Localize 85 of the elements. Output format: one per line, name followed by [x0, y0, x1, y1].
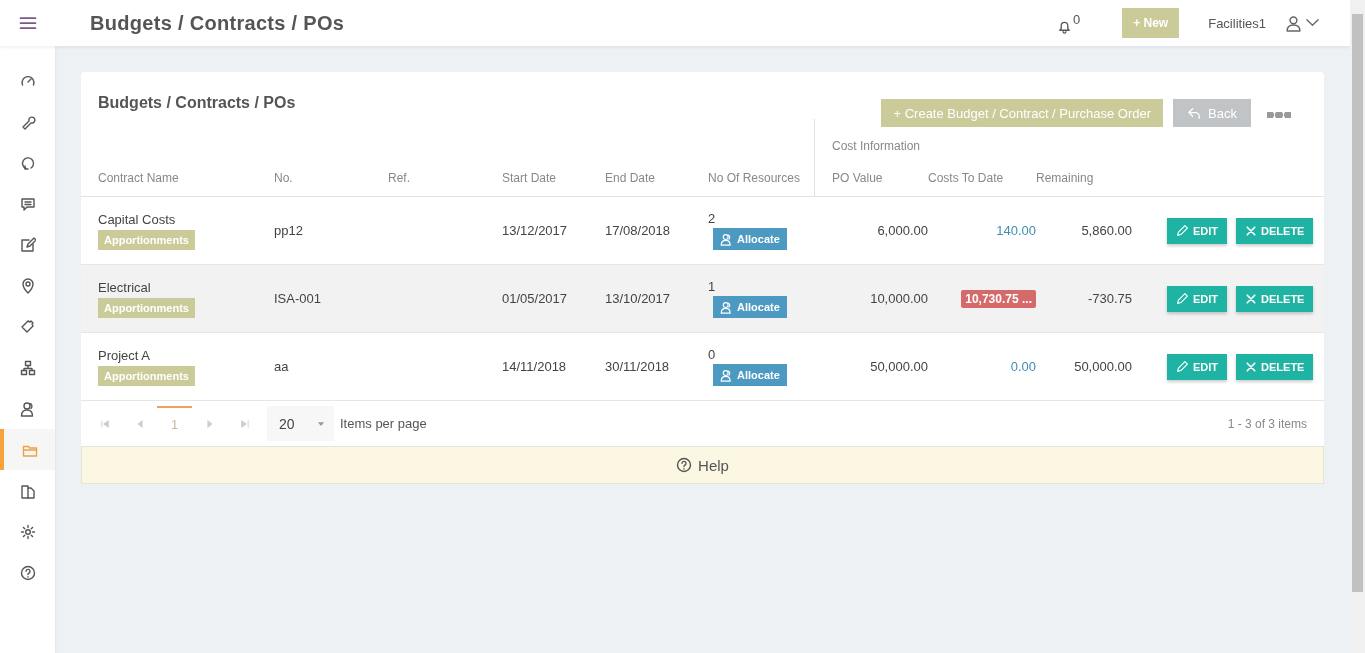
table-row[interactable]: Project A Apportionments aa 14/11/2018 30/11/2018 0 Allocate 50,000.00 0.00 50,000.00 EDIT DELETE	[81, 332, 1324, 401]
contract-name: Project A	[98, 347, 152, 363]
help-icon	[19, 564, 36, 581]
edit-button[interactable]: EDIT	[1167, 353, 1228, 380]
pencil-icon	[1176, 360, 1189, 373]
user-menu-button[interactable]	[1285, 14, 1320, 32]
column-header[interactable]: No Of Resources	[708, 171, 801, 185]
pencil-icon	[1176, 292, 1189, 305]
column-header[interactable]: PO Value	[832, 171, 883, 185]
close-icon	[1245, 224, 1258, 237]
edit-button[interactable]: EDIT	[1167, 217, 1228, 244]
edit-button[interactable]: EDIT	[1167, 285, 1228, 312]
table-cell: 5,860.00	[1081, 223, 1132, 238]
user-name[interactable]: Facilities1	[1208, 15, 1266, 31]
table-cell: 50,000.00	[1074, 359, 1132, 374]
first-page-icon	[99, 418, 110, 429]
over-budget-badge: 10,730.75 ...	[961, 290, 1036, 308]
allocate-button[interactable]: Allocate	[713, 296, 787, 318]
table-cell: 50,000.00	[870, 359, 928, 374]
people-icon	[19, 400, 36, 417]
help-icon	[676, 457, 693, 473]
notifications-button[interactable]: 0	[1056, 12, 1081, 34]
edit-icon	[19, 236, 36, 253]
refresh-icon	[19, 154, 36, 171]
table-cell: ISA-001	[274, 291, 321, 306]
table-row[interactable]: Capital Costs Apportionments pp12 13/12/2017 17/08/2018 2 Allocate 6,000.00 140.00 5,860.00 EDIT DELETE	[81, 196, 1324, 265]
documents-icon	[19, 482, 36, 499]
column-header[interactable]: Start Date	[502, 171, 557, 185]
resource-count: 2	[708, 211, 717, 226]
column-header[interactable]: No.	[274, 171, 293, 185]
user-icon	[1285, 14, 1302, 32]
apportionments-tag: Apportionments	[98, 229, 195, 250]
people-icon	[720, 368, 733, 382]
apportionments-tag: Apportionments	[98, 365, 195, 386]
help-bar[interactable]: Help	[81, 446, 1324, 484]
card-title: Budgets / Contracts / POs	[98, 94, 296, 112]
allocate-button[interactable]: Allocate	[713, 228, 787, 250]
contract-name: Electrical	[98, 279, 152, 295]
table-cell: pp12	[274, 223, 303, 238]
delete-button[interactable]: DELETE	[1236, 217, 1314, 244]
table-cell: 13/12/2017	[502, 223, 568, 238]
column-header[interactable]: Costs To Date	[928, 171, 1004, 185]
resource-count: 0	[708, 347, 717, 362]
column-header[interactable]: Contract Name	[98, 171, 179, 185]
table-cell: 6,000.00	[877, 223, 928, 238]
pager-summary: 1 - 3 of 3 items	[1227, 416, 1307, 431]
more-icon	[1267, 111, 1291, 118]
table-row[interactable]: Electrical Apportionments ISA-001 01/05/2017 13/10/2017 1 Allocate 10,000.00 10,730.75 ... -730.75 EDIT DELETE	[81, 264, 1324, 333]
next-page-icon	[204, 418, 215, 429]
people-icon	[720, 300, 733, 314]
allocate-button[interactable]: Allocate	[713, 364, 787, 386]
scrollbar[interactable]	[1350, 0, 1365, 653]
table-cell: 10,000.00	[870, 291, 928, 306]
contract-name: Capital Costs	[98, 211, 177, 227]
close-icon	[1245, 360, 1258, 373]
pencil-icon	[1176, 224, 1189, 237]
column-header[interactable]: Remaining	[1036, 171, 1094, 185]
costs-link[interactable]: 140.00	[996, 223, 1036, 238]
people-icon	[720, 232, 733, 246]
location-pin-icon	[19, 277, 36, 294]
reply-arrow-icon	[1187, 105, 1203, 121]
apportionments-tag: Apportionments	[98, 297, 195, 318]
table-cell: 17/08/2018	[605, 223, 671, 238]
table-cell: 30/11/2018	[605, 359, 670, 374]
delete-button[interactable]: DELETE	[1236, 353, 1314, 380]
page-title: Budgets / Contracts / POs	[90, 11, 345, 35]
notification-count: 0	[1072, 12, 1081, 26]
column-group-header: Cost Information	[832, 139, 921, 153]
table-cell: 14/11/2018	[502, 359, 567, 374]
items-per-page-label: Items per page	[340, 416, 427, 431]
column-header[interactable]: End Date	[605, 171, 656, 185]
page-size-dropdown[interactable]: 20	[267, 406, 334, 441]
table-cell: 01/05/2017	[502, 291, 568, 306]
hierarchy-icon	[19, 359, 36, 376]
delete-button[interactable]: DELETE	[1236, 285, 1314, 312]
resource-count: 1	[708, 279, 717, 294]
close-icon	[1245, 292, 1258, 305]
table-cell: 13/10/2017	[605, 291, 671, 306]
column-header[interactable]: Ref.	[388, 171, 410, 185]
costs-link[interactable]: 0.00	[1010, 359, 1036, 374]
table-cell: aa	[274, 359, 289, 374]
tag-icon	[19, 318, 36, 335]
last-page-icon	[239, 418, 250, 429]
table-cell: -730.75	[1087, 291, 1132, 306]
chat-icon	[19, 195, 36, 212]
